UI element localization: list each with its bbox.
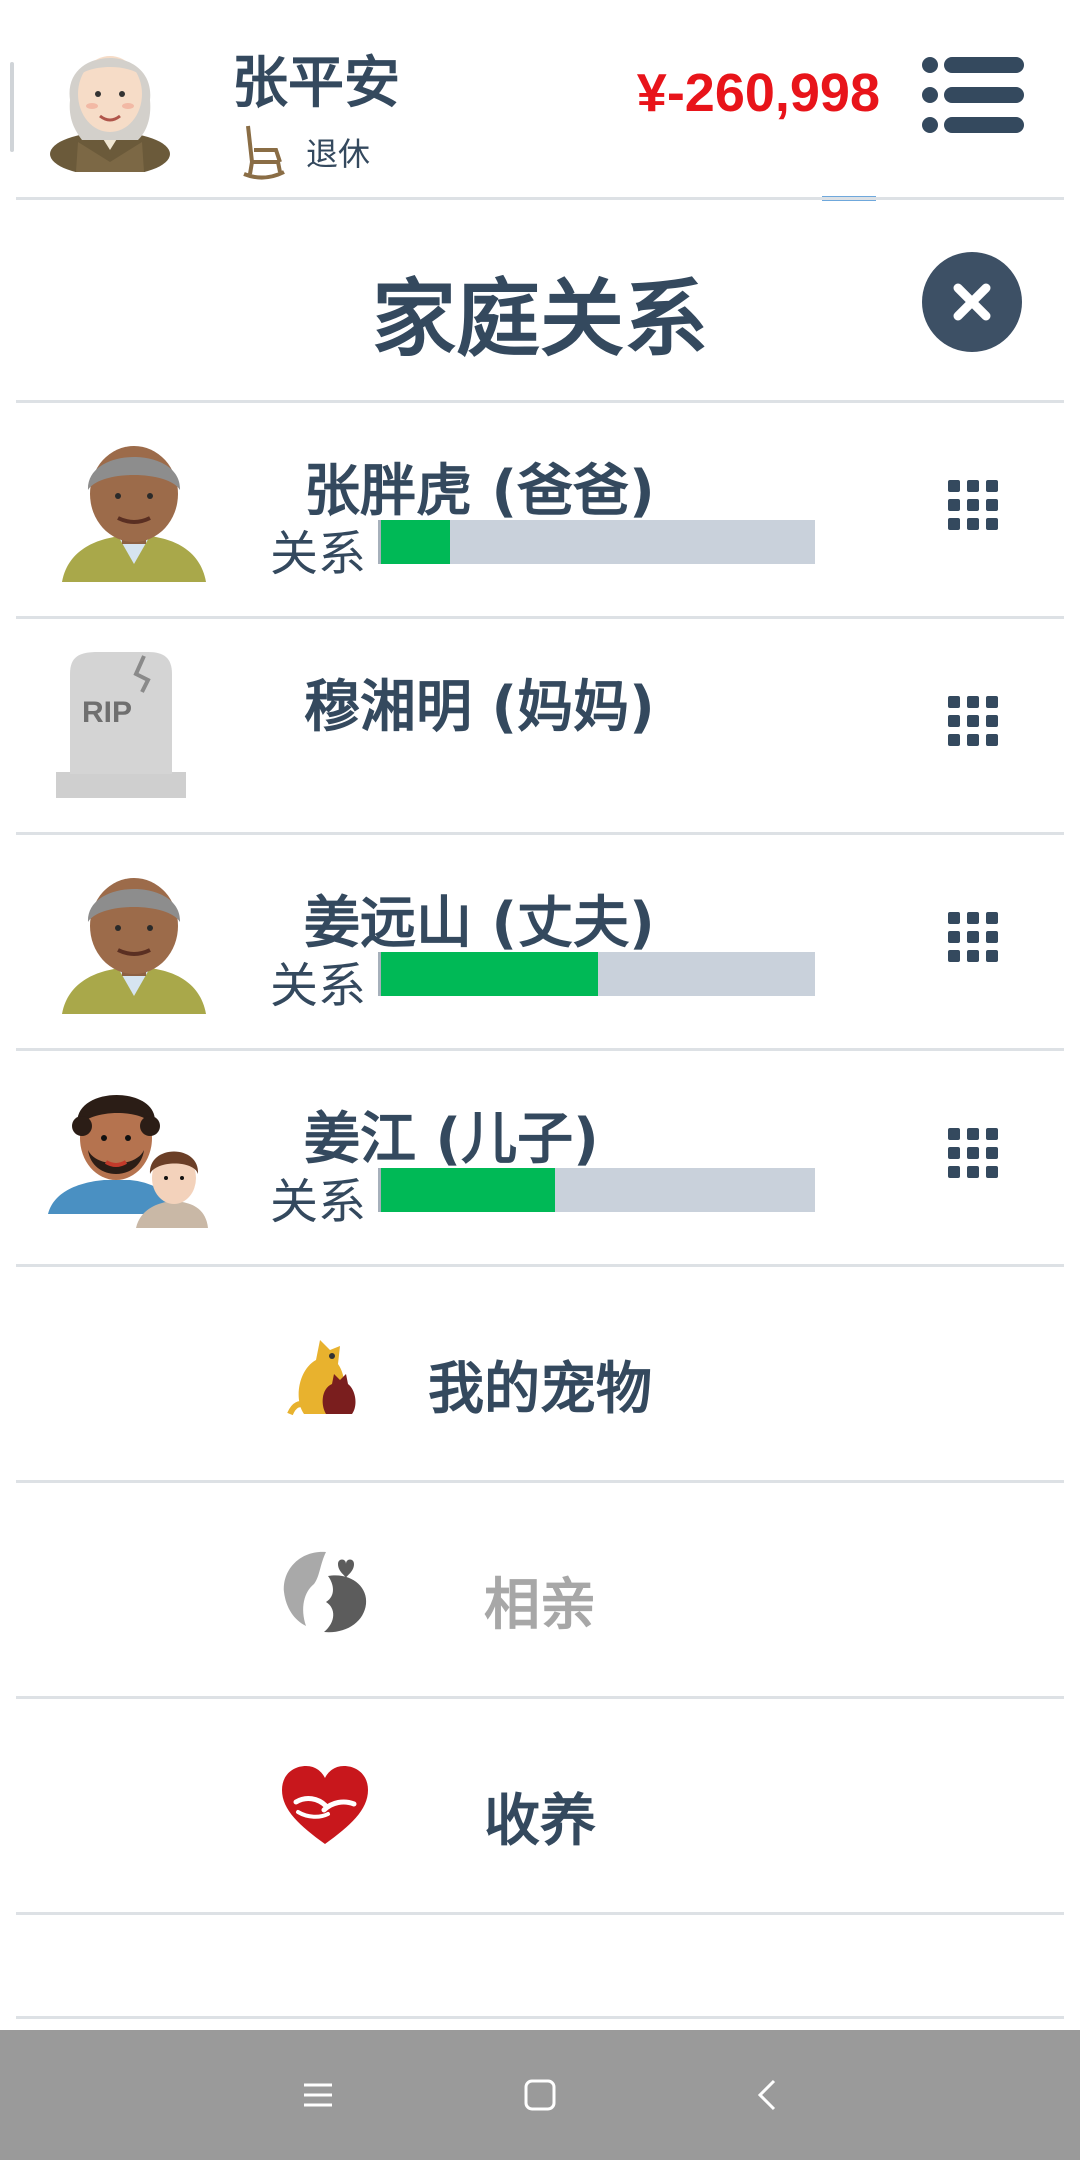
adoption-heart-icon [282, 1766, 368, 1844]
my-pets-button[interactable]: 我的宠物 [0, 1266, 1080, 1480]
grid-options-icon[interactable] [948, 480, 998, 530]
divider [16, 2016, 1064, 2019]
close-icon [953, 283, 991, 321]
grid-options-icon[interactable] [948, 696, 998, 746]
menu-nav-icon[interactable] [298, 2075, 338, 2115]
player-avatar[interactable] [48, 22, 172, 172]
money-balance: ¥-260,998 [636, 63, 880, 123]
option-label: 我的宠物 [428, 1357, 652, 1422]
adoption-button[interactable]: 收养 [0, 1698, 1080, 1912]
relation-label: 关系 [270, 1174, 367, 1230]
svg-text:RIP: RIP [82, 696, 132, 729]
elderly-man-avatar [62, 878, 206, 1014]
status-text: 退休 [306, 135, 371, 173]
blind-date-icon [283, 1551, 367, 1633]
panel-title: 家庭关系 [371, 270, 708, 368]
relation-bar-fill [381, 520, 451, 564]
relation-label: 关系 [270, 958, 367, 1014]
relation-bar-fill [381, 952, 598, 996]
pets-icon [287, 1340, 356, 1416]
rocking-chair-icon [243, 125, 285, 180]
panel-header: 家庭关系 [0, 200, 1080, 400]
player-status: 退休 [240, 122, 370, 182]
blind-date-button[interactable]: 相亲 [0, 1482, 1080, 1696]
family-member-row[interactable]: 姜江 (儿子) 关系 [0, 1050, 1080, 1264]
family-member-row[interactable]: 姜远山 (丈夫) 关系 [0, 834, 1080, 1048]
grid-options-icon[interactable] [948, 912, 998, 962]
top-header: 张平安 退休 ¥-260,998 [0, 0, 1080, 201]
divider [16, 1912, 1064, 1915]
son-with-wife-avatar [48, 1095, 208, 1228]
system-navigation-bar [0, 2030, 1080, 2160]
list-menu-icon[interactable] [922, 56, 1024, 134]
left-edge-indicator [10, 62, 14, 152]
player-name: 张平安 [232, 51, 400, 116]
home-nav-icon[interactable] [520, 2075, 560, 2115]
back-nav-icon[interactable] [748, 2075, 788, 2115]
member-name: 穆湘明 (妈妈) [304, 675, 655, 740]
grid-options-icon[interactable] [948, 1128, 998, 1178]
family-member-row[interactable]: RIP 穆湘明 (妈妈) [0, 618, 1080, 832]
family-member-row[interactable]: 张胖虎 (爸爸) 关系 [0, 402, 1080, 616]
relation-bar [378, 520, 815, 564]
relation-bar-fill [381, 1168, 555, 1212]
close-button[interactable] [922, 252, 1022, 352]
elderly-man-avatar [62, 446, 206, 582]
option-label: 收养 [484, 1789, 596, 1854]
relation-bar [378, 952, 815, 996]
relation-label: 关系 [270, 526, 367, 582]
option-label: 相亲 [484, 1573, 596, 1638]
rip-tombstone: RIP [56, 652, 186, 798]
relation-bar [378, 1168, 815, 1212]
